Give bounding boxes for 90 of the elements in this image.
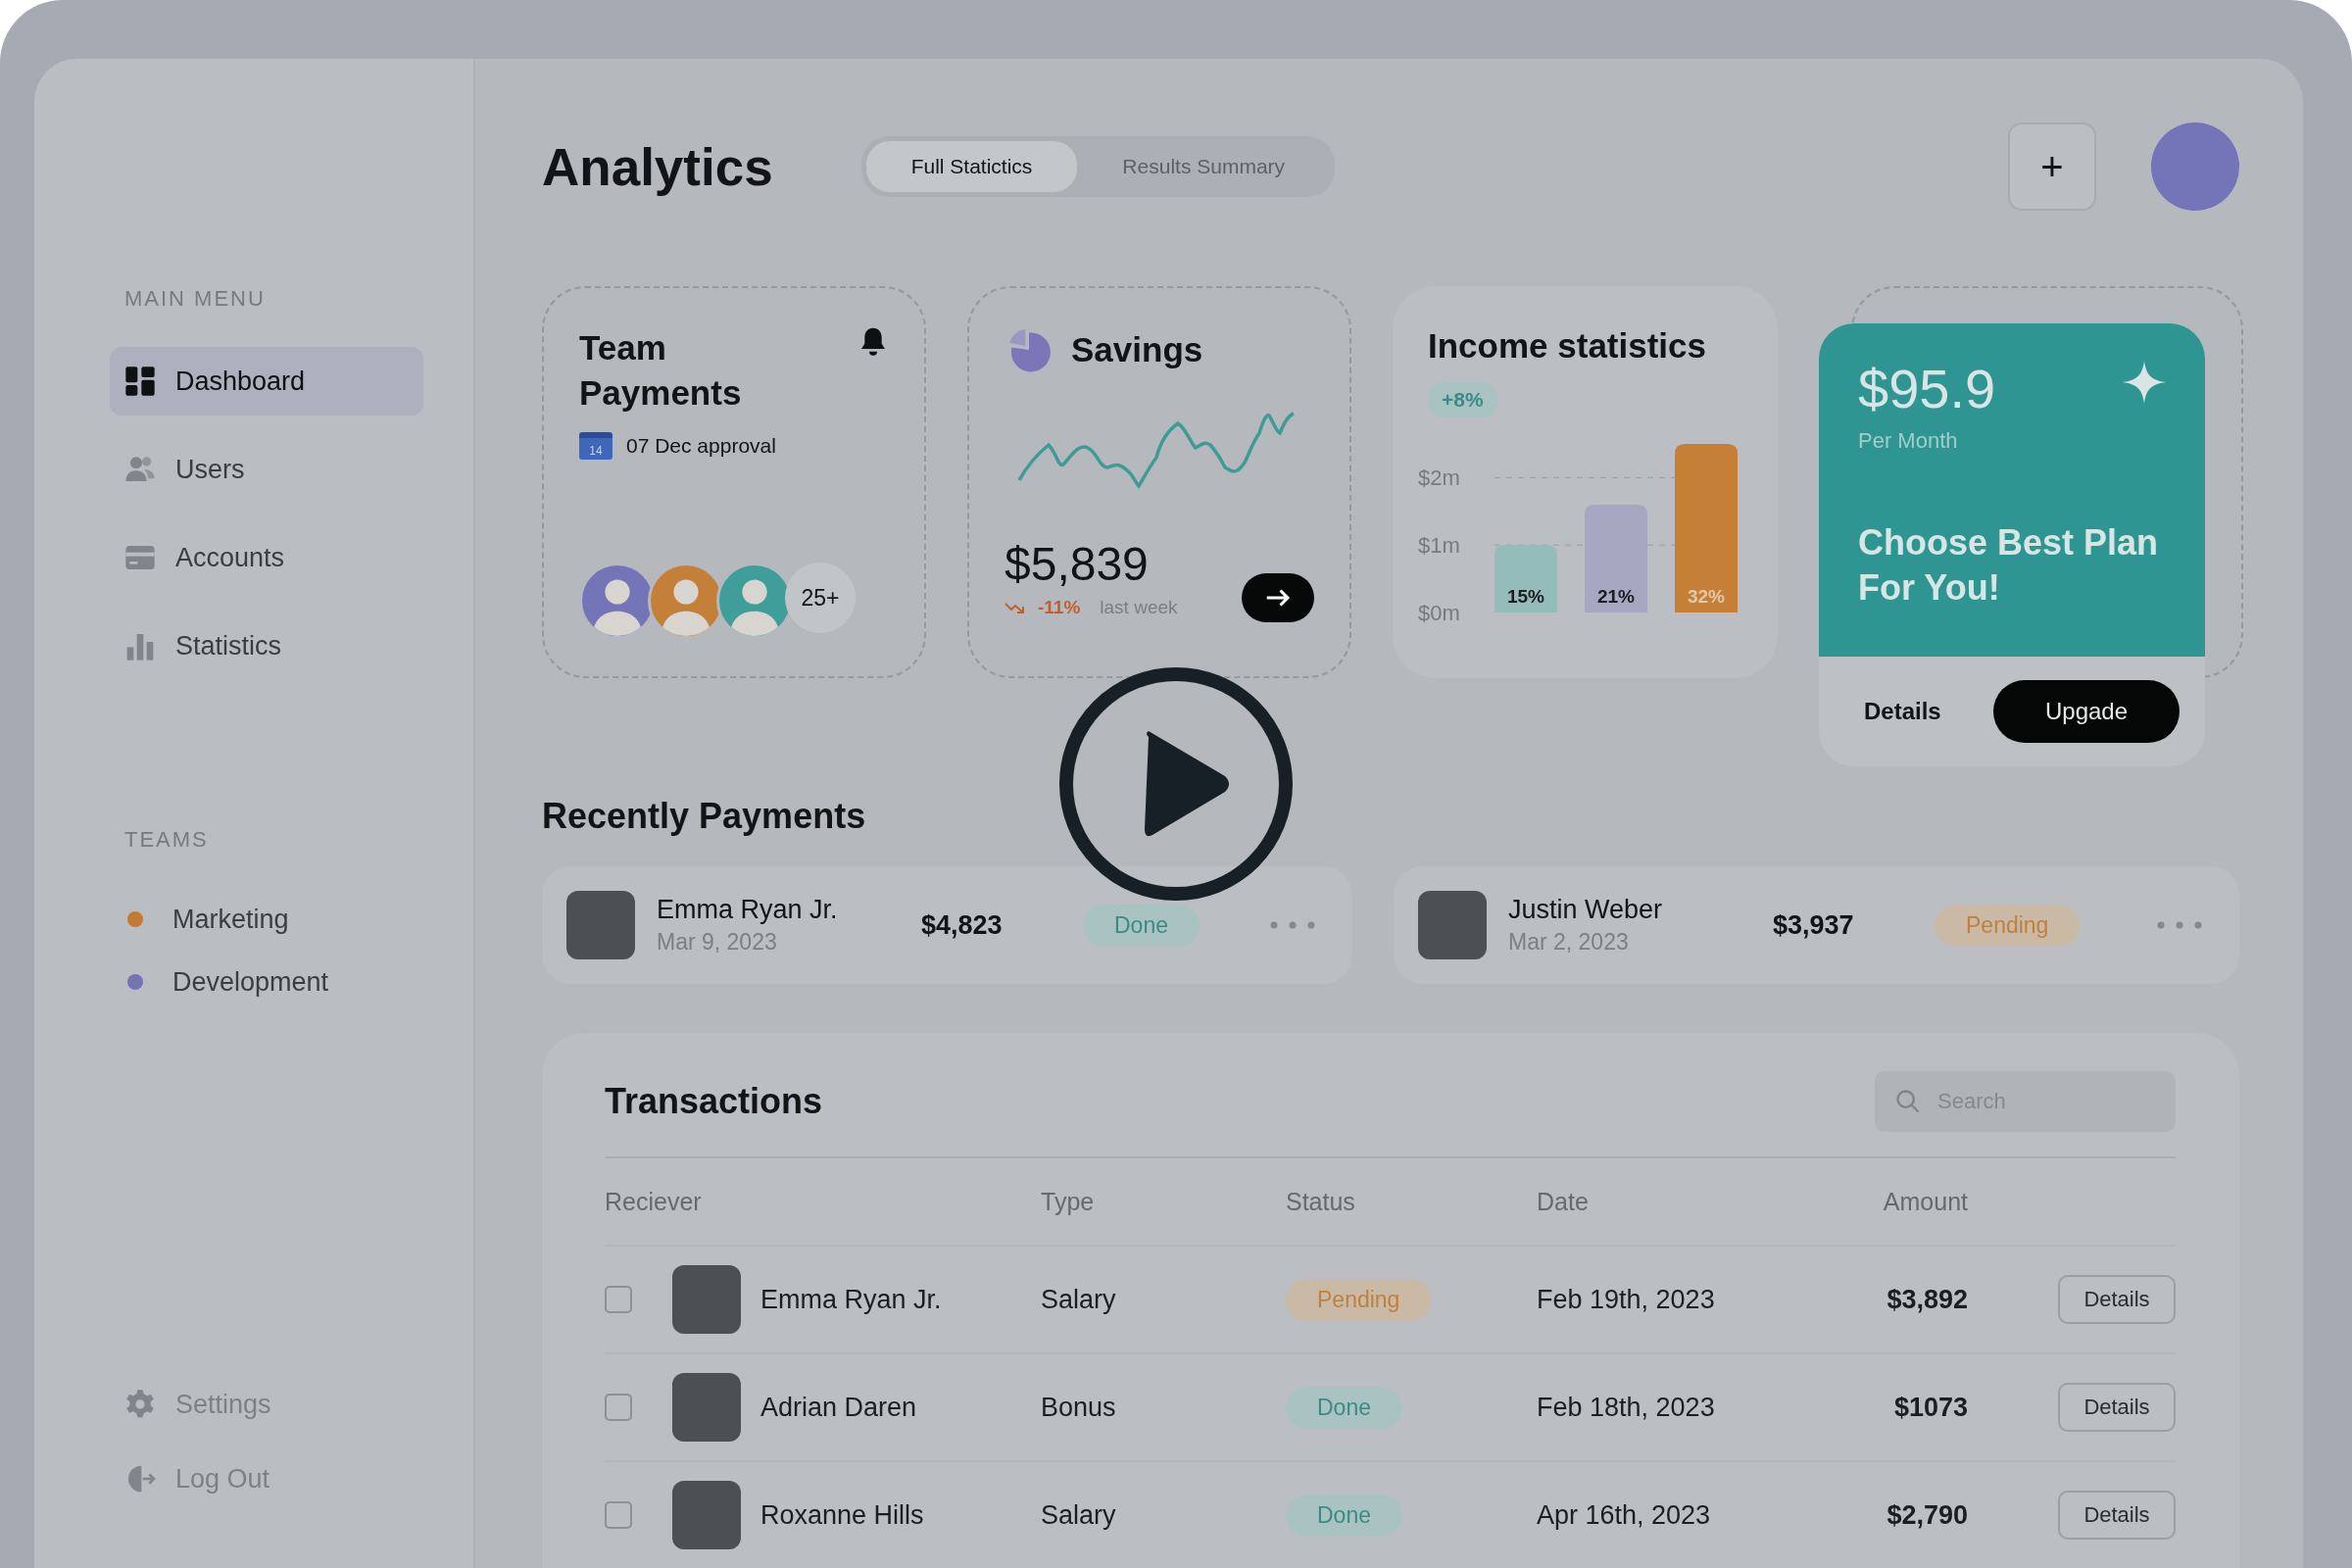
grid-icon xyxy=(124,366,156,397)
table-cell-text: Apr 16th, 2023 xyxy=(1537,1499,1712,1531)
upgrade-button[interactable]: Upgade xyxy=(1993,680,2180,743)
calendar-icon: 14 xyxy=(579,432,612,460)
column-header: Amount xyxy=(1882,1187,1968,1216)
team-item[interactable]: Marketing xyxy=(110,896,438,943)
photo-placeholder xyxy=(566,891,635,959)
approval-date: 07 Dec approval xyxy=(626,434,776,458)
table-cell-text: Salary xyxy=(1041,1284,1117,1315)
nav-label: Statistics xyxy=(175,630,282,662)
nav-label: Settings xyxy=(175,1389,271,1420)
nav-label: Dashboard xyxy=(175,366,306,397)
nav-label: Accounts xyxy=(175,542,285,573)
table-cell: Roxanne Hills xyxy=(760,1499,924,1531)
sparkle-icon xyxy=(2123,361,2166,404)
details-button[interactable]: Details xyxy=(2058,1383,2176,1432)
status-badge: Done xyxy=(1286,1494,1402,1537)
checkbox[interactable] xyxy=(605,1394,632,1421)
settings-icon xyxy=(124,1389,156,1420)
table-cell-text: Feb 19th, 2023 xyxy=(1537,1284,1716,1315)
nav-item[interactable]: Accounts xyxy=(110,523,423,592)
axis-label: $1m xyxy=(1418,532,1460,558)
team-label: Marketing xyxy=(172,904,289,935)
payment-date: Mar 2, 2023 xyxy=(1508,929,1630,956)
status-badge: Pending xyxy=(1286,1278,1432,1321)
section-title: MAIN MENU xyxy=(124,286,267,312)
table-cell-text: $3,892 xyxy=(1886,1284,1968,1315)
column-header: Status xyxy=(1286,1187,1356,1216)
team-item[interactable]: Development xyxy=(110,958,438,1005)
team-label: Development xyxy=(172,966,329,998)
details-button[interactable]: Details xyxy=(1858,697,1947,726)
add-button[interactable]: + xyxy=(2008,122,2096,211)
column-header: Date xyxy=(1537,1187,1590,1216)
card-title: Income statistics xyxy=(1428,325,1707,367)
payment-amount: $4,823 xyxy=(921,909,1004,941)
bar-value-label: 32% xyxy=(1688,585,1725,607)
column-header: Reciever xyxy=(605,1187,703,1216)
table-cell: Adrian Daren xyxy=(760,1392,917,1423)
status-badge: Done xyxy=(1083,904,1200,947)
section-title: TEAMS xyxy=(124,827,210,853)
search-icon xyxy=(1894,1088,1922,1115)
axis-label: $2m xyxy=(1418,465,1460,490)
page-title: Analytics xyxy=(542,136,773,197)
details-button[interactable]: Details xyxy=(2058,1275,2176,1324)
status-badge: Done xyxy=(1286,1386,1402,1429)
nav-item[interactable]: Dashboard xyxy=(110,347,423,416)
column-header: Type xyxy=(1041,1187,1096,1216)
table-cell-text: $1073 xyxy=(1892,1392,1968,1423)
status-badge: Pending xyxy=(1935,904,2081,947)
payer-name: Emma Ryan Jr. xyxy=(657,895,839,925)
photo-placeholder xyxy=(672,1265,741,1334)
table-cell-text: Salary xyxy=(1041,1499,1117,1531)
card-title: Team Payments xyxy=(579,327,743,414)
photo-placeholder xyxy=(1418,891,1487,959)
more-icon[interactable] xyxy=(1269,920,1316,930)
plan-period: Per Month xyxy=(1858,428,1959,454)
arrow-button[interactable] xyxy=(1242,573,1314,622)
photo-placeholder xyxy=(672,1481,741,1549)
checkbox[interactable] xyxy=(605,1286,632,1313)
table-cell: Emma Ryan Jr. xyxy=(760,1284,942,1315)
axis-label: $0m xyxy=(1418,600,1460,625)
plan-headline: Choose Best Plan For You! xyxy=(1858,521,2160,611)
table-cell-text: $2,790 xyxy=(1886,1499,1968,1531)
bar-value-label: 21% xyxy=(1597,585,1635,607)
nav-item[interactable]: Statistics xyxy=(110,612,423,680)
bar-value-label: 15% xyxy=(1507,585,1544,607)
payment-date: Mar 9, 2023 xyxy=(657,929,778,956)
payer-name: Justin Weber xyxy=(1508,895,1664,925)
table-cell-text: Feb 18th, 2023 xyxy=(1537,1392,1716,1423)
growth-badge: +8% xyxy=(1428,381,1497,417)
photo-placeholder xyxy=(672,1373,741,1442)
nav-label: Users xyxy=(175,454,245,485)
panel-title: Transactions xyxy=(605,1081,823,1122)
nav-label: Log Out xyxy=(175,1463,270,1494)
payment-amount: $3,937 xyxy=(1773,909,1855,941)
nav-item[interactable]: Users xyxy=(110,435,423,504)
card-title: Savings xyxy=(1071,329,1203,371)
details-button[interactable]: Details xyxy=(2058,1491,2176,1540)
change-value: -11% xyxy=(1038,597,1081,618)
more-icon[interactable] xyxy=(2156,920,2203,930)
play-button[interactable] xyxy=(1058,666,1294,902)
checkbox[interactable] xyxy=(605,1501,632,1529)
bar xyxy=(1494,544,1557,612)
tab[interactable]: Full Statictics xyxy=(865,141,1078,192)
savings-amount: $5,839 xyxy=(1004,537,1150,591)
period-label: last week xyxy=(1100,597,1178,618)
section-title: Recently Payments xyxy=(542,796,867,837)
plan-price: $95.9 xyxy=(1858,357,1996,420)
table-cell-text: Bonus xyxy=(1041,1392,1117,1423)
more-count: 25+ xyxy=(785,563,856,633)
